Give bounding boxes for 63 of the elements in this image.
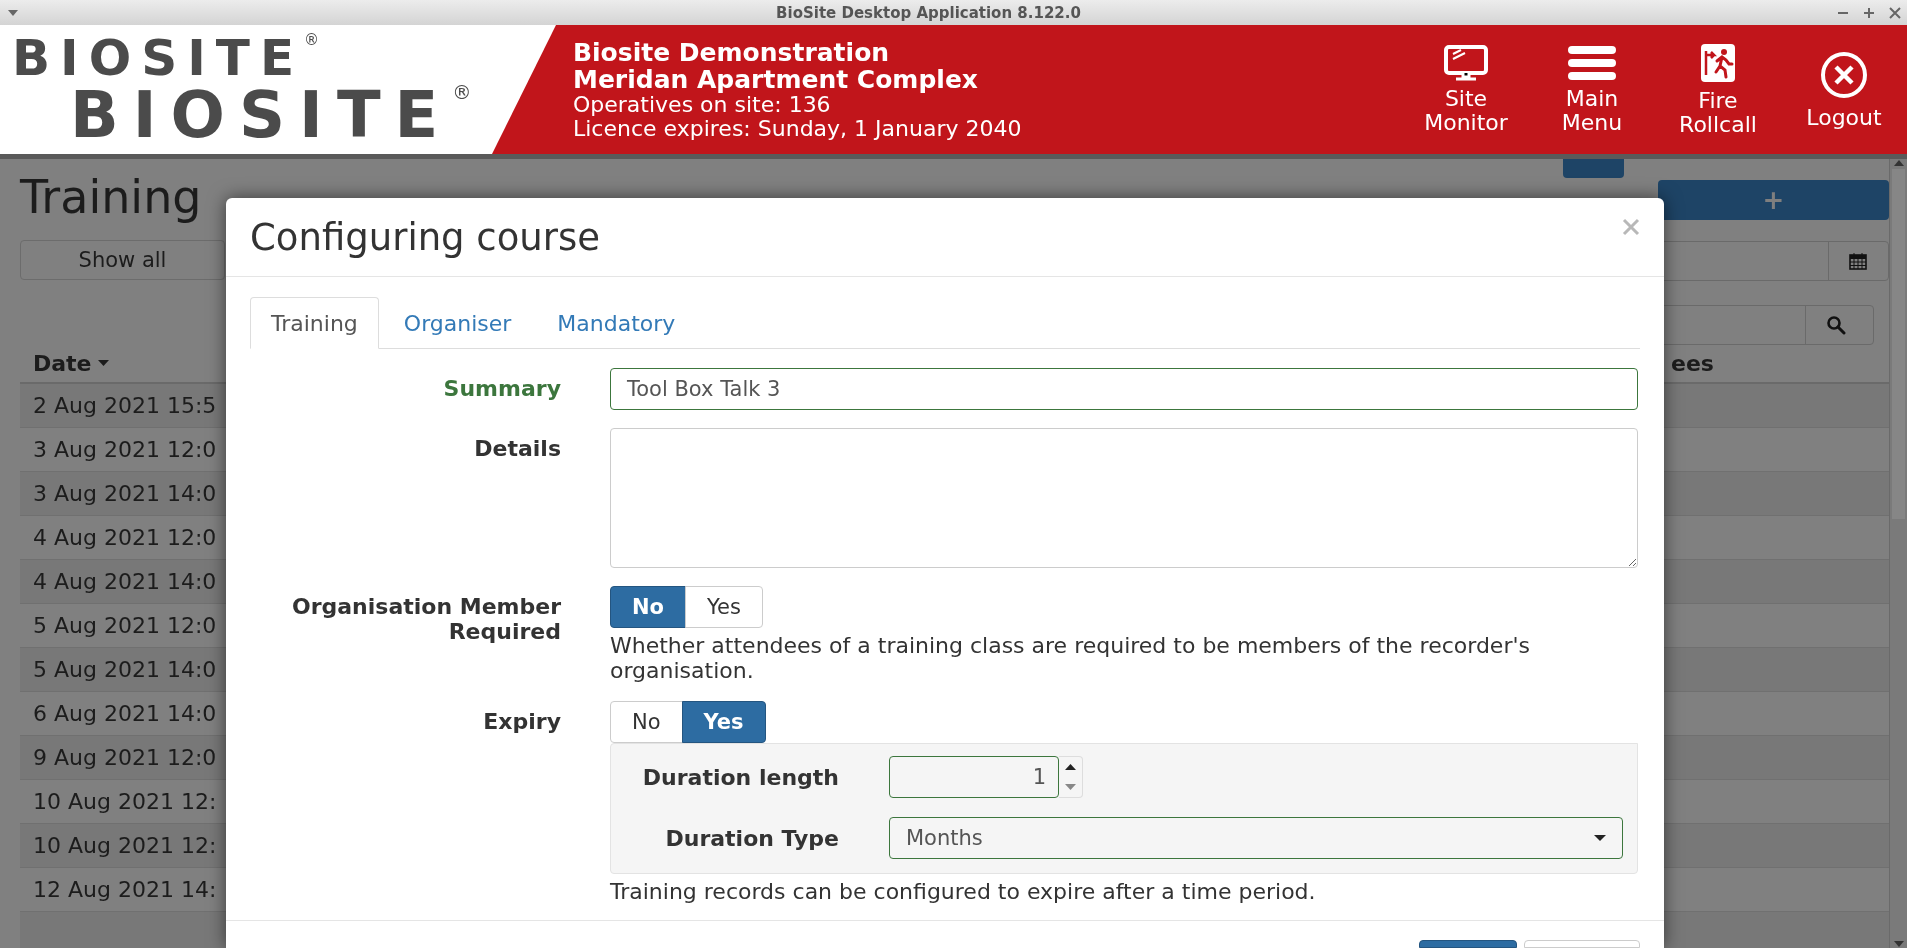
field-label: Expiry	[483, 708, 561, 734]
fire-exit-icon	[1700, 42, 1736, 83]
summary-field[interactable]: Tool Box Talk 3	[610, 368, 1638, 410]
window-title: BioSite Desktop Application 8.122.0	[775, 3, 1082, 22]
site-name: Biosite Demonstration	[573, 38, 891, 66]
tab[interactable]: Training	[250, 297, 379, 349]
scrollbar[interactable]	[1889, 159, 1907, 948]
logout-button[interactable]: Logout	[1781, 25, 1907, 154]
date-cell: 3 Aug 2021 14:0	[33, 481, 217, 506]
duration-type-select[interactable]: Months	[889, 817, 1623, 859]
monitor-icon	[1443, 44, 1489, 81]
dropdown-caret-icon	[1594, 834, 1606, 842]
menu-icon	[1566, 44, 1618, 81]
close-icon[interactable]	[1889, 6, 1901, 19]
toggle-option[interactable]: No	[610, 701, 683, 743]
date-cell: 10 Aug 2021 12:	[33, 833, 217, 858]
field-label: Duration length	[641, 764, 839, 790]
maximize-icon[interactable]	[1863, 6, 1875, 19]
search-icon[interactable]	[1826, 315, 1846, 335]
date-cell: 5 Aug 2021 14:0	[33, 657, 217, 682]
date-cell: 6 Aug 2021 14:0	[33, 701, 217, 726]
increment-icon[interactable]	[1065, 763, 1076, 771]
field-label: Details	[474, 435, 561, 461]
toggle-option[interactable]: Yes	[681, 701, 766, 743]
page-title: Training	[20, 173, 203, 221]
project-name: Meridan Apartment Complex	[573, 65, 979, 93]
date-cell: 12 Aug 2021 14:	[33, 877, 217, 902]
help-text: Training records can be configured to expire after a time period.	[610, 879, 1317, 904]
operatives-count: Operatives on site: 136	[573, 92, 831, 117]
duration-length-field[interactable]: 1	[889, 756, 1059, 798]
logo-text: BIOSITE$^{®}$	[70, 82, 473, 147]
tab[interactable]: Mandatory	[536, 297, 697, 349]
date-cell: 2 Aug 2021 15:5	[33, 393, 217, 418]
show-all-button[interactable]: Show all	[20, 240, 225, 280]
date-cell: 4 Aug 2021 12:0	[33, 525, 217, 550]
help-text: Whether attendees of a training class are required to be members of the recorder's organisation.	[610, 633, 1531, 683]
tab[interactable]: Organiser	[382, 297, 533, 349]
date-cell: 10 Aug 2021 12:	[33, 789, 217, 814]
toggle-option[interactable]: No	[610, 586, 686, 628]
fire-button[interactable]: Fire Rollcall	[1655, 25, 1781, 154]
field-label: Duration Type	[664, 825, 839, 851]
decrement-icon[interactable]	[1065, 783, 1076, 791]
date-cell: 9 Aug 2021 12:0	[33, 745, 217, 770]
details-field[interactable]	[610, 428, 1638, 568]
calendar-icon[interactable]	[1849, 252, 1868, 270]
column-header[interactable]: Date	[33, 351, 92, 376]
column-header[interactable]: ees	[1671, 351, 1714, 376]
scroll-down-icon[interactable]	[1893, 940, 1904, 948]
licence-expiry: Licence expires: Sunday, 1 January 2040	[573, 116, 1023, 141]
date-cell: 4 Aug 2021 14:0	[33, 569, 217, 594]
field-label: Summary	[443, 375, 561, 401]
menu-button[interactable]: Main Menu	[1529, 25, 1655, 154]
toggle-option[interactable]: Yes	[685, 586, 763, 628]
field-label: Organisation Member Required	[290, 593, 561, 644]
date-cell: 5 Aug 2021 12:0	[33, 613, 217, 638]
spinner[interactable]	[1059, 756, 1083, 798]
dialog-title: Configuring course	[250, 215, 602, 259]
close-icon	[1622, 217, 1640, 236]
logo-text: BIOSITE$^{®}$	[12, 32, 321, 83]
window-menu-icon[interactable]	[6, 7, 20, 18]
monitor-button[interactable]: Site Monitor	[1403, 25, 1529, 154]
date-cell: 3 Aug 2021 12:0	[33, 437, 217, 462]
logout-icon	[1819, 49, 1869, 100]
